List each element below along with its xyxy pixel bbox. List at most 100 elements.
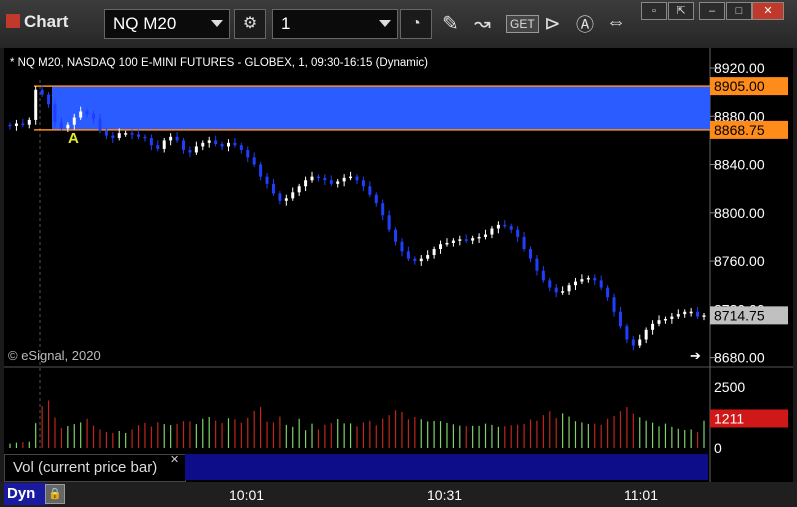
- candle-body: [14, 123, 18, 126]
- candle-body: [79, 111, 83, 118]
- app-title: Chart: [6, 12, 68, 32]
- pop-out-button[interactable]: ⇱: [668, 2, 694, 20]
- candle-body: [670, 316, 674, 319]
- chevron-down-icon[interactable]: [211, 20, 223, 27]
- chart-app-icon: [6, 14, 20, 28]
- volume-value-tag: 1211: [714, 410, 744, 426]
- candle-body: [696, 311, 700, 317]
- candle-body: [368, 186, 372, 195]
- candle-body: [342, 177, 346, 182]
- time-tick: 10:31: [427, 487, 463, 503]
- last-price-tag: 8714.75: [714, 307, 765, 323]
- candle-body: [445, 242, 449, 245]
- price-tick-label: 8760.00: [714, 253, 765, 269]
- candle-body: [426, 255, 430, 259]
- candle-body: [458, 239, 462, 241]
- candle-body: [98, 118, 102, 131]
- candle-body: [381, 203, 385, 216]
- candle-body: [509, 226, 513, 230]
- candle-body: [124, 133, 128, 135]
- candle-body: [419, 258, 423, 262]
- price-tick-label: 8920.00: [714, 60, 765, 76]
- candle-body: [92, 113, 96, 119]
- candle-body: [182, 140, 185, 151]
- candle-body: [573, 281, 577, 286]
- candle-body: [117, 133, 121, 139]
- candle-body: [400, 241, 404, 252]
- clock-icon[interactable]: ◔: [400, 9, 432, 39]
- time-tick: 11:01: [624, 487, 658, 503]
- candle-body: [464, 239, 468, 241]
- candle-body: [663, 318, 667, 321]
- candle-body: [188, 150, 192, 153]
- candle-body: [394, 229, 398, 242]
- candle-body: [535, 258, 539, 271]
- candle-body: [137, 134, 141, 137]
- candle-body: [226, 142, 230, 147]
- lock-icon[interactable]: 🔒: [45, 484, 65, 504]
- candle-body: [683, 311, 687, 315]
- get-icon[interactable]: GET: [506, 15, 539, 33]
- dynamic-mode-button[interactable]: Dyn: [4, 483, 47, 505]
- zone-lower-price-tag: 8868.75: [714, 122, 765, 138]
- candle-body: [27, 119, 31, 125]
- candle-body: [618, 311, 622, 327]
- title-bar: Chart NQ M20 ⚙ 1 ◔ ✎ ↝ GET ⊳ Ⓐ ⇔ ▫ ⇱ – □…: [0, 0, 797, 48]
- study-icon[interactable]: ↝: [474, 11, 491, 36]
- chart-panel[interactable]: * NQ M20, NASDAQ 100 E-MINI FUTURES - GL…: [4, 48, 793, 482]
- candle-body: [278, 193, 282, 201]
- candle-body: [271, 183, 275, 194]
- candle-body: [143, 136, 147, 139]
- pencil-icon[interactable]: ✎: [442, 11, 459, 36]
- zone-upper-price-tag: 8905.00: [714, 78, 765, 94]
- play-icon[interactable]: ⊳: [544, 11, 561, 36]
- close-button[interactable]: ✕: [752, 2, 784, 20]
- link-icon[interactable]: ⇔: [606, 11, 626, 34]
- symbol-input[interactable]: NQ M20: [104, 9, 230, 39]
- candle-body: [233, 142, 237, 146]
- minimize-button[interactable]: –: [699, 2, 725, 20]
- price-zone[interactable]: [52, 86, 710, 130]
- candle-body: [599, 280, 603, 288]
- chevron-down-icon[interactable]: [379, 20, 391, 27]
- close-study-icon[interactable]: ✕: [170, 453, 179, 466]
- candle-body: [194, 146, 198, 153]
- candle-body: [496, 224, 500, 229]
- dynamic-mode-label: Dyn: [7, 485, 36, 502]
- candle-body: [40, 89, 44, 95]
- chart-svg[interactable]: * NQ M20, NASDAQ 100 E-MINI FUTURES - GL…: [4, 48, 793, 482]
- candle-body: [516, 229, 520, 237]
- candle-body: [175, 136, 179, 141]
- candle-body: [66, 124, 70, 129]
- candle-body: [316, 176, 320, 179]
- chart-header: * NQ M20, NASDAQ 100 E-MINI FUTURES - GL…: [10, 57, 428, 69]
- restore-button[interactable]: ▫: [641, 2, 667, 20]
- settings-icon[interactable]: ⚙: [234, 9, 266, 39]
- candle-body: [21, 123, 25, 126]
- candle-body: [8, 124, 12, 127]
- scroll-to-end-icon[interactable]: ➔: [690, 348, 701, 363]
- volume-label-text: Vol (current price bar): [13, 459, 158, 476]
- interval-input[interactable]: 1: [272, 9, 398, 39]
- candle-body: [336, 181, 340, 184]
- candle-body: [111, 135, 115, 139]
- price-tick-label: 8800.00: [714, 205, 765, 221]
- candle-body: [561, 291, 565, 293]
- candle-body: [59, 122, 63, 129]
- alert-icon[interactable]: Ⓐ: [576, 11, 594, 37]
- candle-body: [451, 240, 455, 243]
- candle-body: [529, 249, 532, 259]
- candle-body: [631, 339, 635, 346]
- volume-study-label[interactable]: Vol (current price bar): [4, 454, 186, 482]
- candle-body: [593, 277, 597, 281]
- candle-body: [586, 277, 590, 280]
- candle-body: [387, 215, 391, 230]
- candle-body: [702, 315, 706, 317]
- candle-body: [85, 111, 89, 114]
- maximize-button[interactable]: □: [726, 2, 752, 20]
- candle-body: [239, 145, 243, 151]
- candle-body: [53, 104, 57, 123]
- price-tick-label: 8680.00: [714, 350, 765, 366]
- candle-body: [207, 140, 211, 143]
- candle-body: [541, 270, 545, 281]
